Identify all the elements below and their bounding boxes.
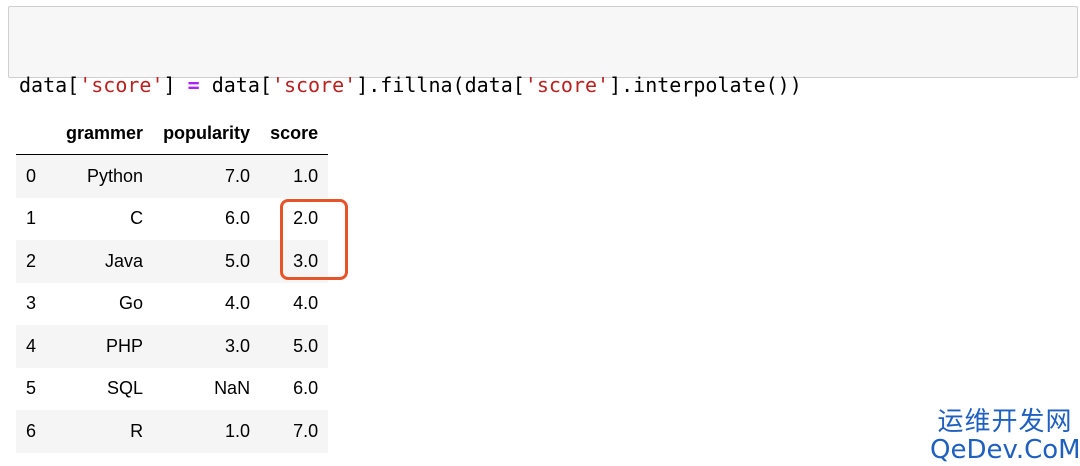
- table-row: 5 SQL NaN 6.0: [16, 367, 329, 410]
- cell-grammer: R: [130, 420, 144, 441]
- cell-score: 2.0: [293, 208, 319, 229]
- table-row: 0 Python 7.0 1.0: [16, 154, 329, 198]
- cell-popularity: 4.0: [225, 293, 251, 314]
- cell-score: 4.0: [293, 293, 319, 314]
- row-index: 3: [26, 293, 37, 314]
- cell-grammer: Java: [105, 250, 144, 271]
- cell-popularity: 1.0: [225, 420, 251, 441]
- table-row: 2 Java 5.0 3.0: [16, 240, 329, 283]
- table-row: 3 Go 4.0 4.0: [16, 282, 329, 325]
- cell-score: 7.0: [293, 420, 319, 441]
- row-index: 5: [26, 378, 37, 399]
- cell-popularity: NaN: [214, 378, 251, 399]
- table-row: 6 R 1.0 7.0: [16, 410, 329, 453]
- cell-popularity: 7.0: [225, 165, 251, 186]
- cell-popularity: 5.0: [225, 250, 251, 271]
- cell-popularity: 6.0: [225, 208, 251, 229]
- column-header-score: score: [260, 112, 329, 155]
- dataframe-output: grammer popularity score 0 Python 7.0 1.…: [16, 112, 329, 453]
- row-index: 2: [26, 250, 37, 271]
- row-index: 6: [26, 420, 37, 441]
- watermark-line-1: 运维开发网: [937, 407, 1073, 437]
- column-header-popularity: popularity: [153, 112, 261, 155]
- cell-grammer: Go: [119, 293, 144, 314]
- code-line-1: data['score'] = data['score'].fillna(dat…: [19, 73, 802, 97]
- watermark-line-2: QeDev.CoM: [930, 435, 1080, 465]
- cell-grammer: SQL: [107, 378, 144, 399]
- index-header: [16, 112, 57, 155]
- table-row: 1 C 6.0 2.0: [16, 197, 329, 240]
- table-header-row: grammer popularity score: [16, 112, 329, 155]
- cell-score: 5.0: [293, 335, 319, 356]
- cell-score: 6.0: [293, 378, 319, 399]
- cell-score: 3.0: [293, 250, 319, 271]
- cell-score: 1.0: [293, 165, 319, 186]
- cell-popularity: 3.0: [225, 335, 251, 356]
- column-header-grammer: grammer: [56, 112, 154, 155]
- watermark: 运维开发网 QeDev.CoM: [930, 408, 1080, 466]
- row-index: 0: [26, 165, 37, 186]
- code-cell[interactable]: data['score'] = data['score'].fillna(dat…: [8, 6, 1078, 181]
- cell-grammer: PHP: [106, 335, 144, 356]
- table-row: 4 PHP 3.0 5.0: [16, 325, 329, 368]
- row-index: 4: [26, 335, 37, 356]
- cell-grammer: C: [130, 208, 144, 229]
- cell-grammer: Python: [87, 165, 144, 186]
- row-index: 1: [26, 208, 37, 229]
- dataframe-table: grammer popularity score 0 Python 7.0 1.…: [16, 112, 329, 453]
